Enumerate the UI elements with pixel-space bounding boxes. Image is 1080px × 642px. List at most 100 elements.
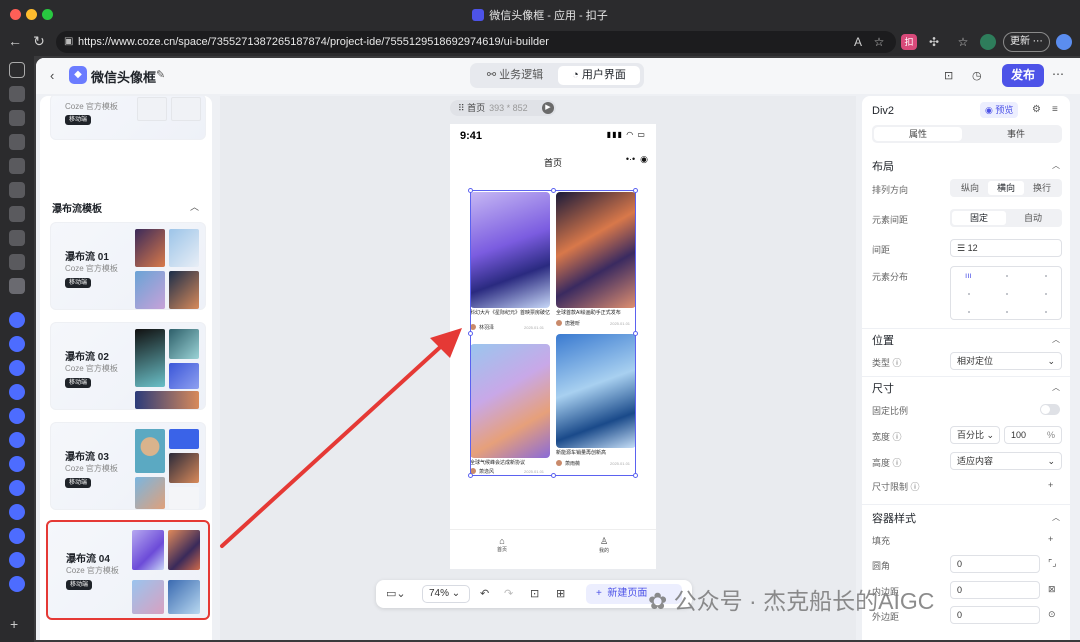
gap-input[interactable]: ☰ 12: [950, 239, 1062, 257]
tabbar-item-home[interactable]: ⌂ 首页: [482, 536, 522, 553]
grid-dot[interactable]: [1006, 275, 1008, 277]
settings-icon[interactable]: ⚙: [1032, 104, 1041, 115]
resize-handle[interactable]: [633, 473, 638, 478]
margin-sides-icon[interactable]: ⊙: [1048, 609, 1056, 620]
resize-handle[interactable]: [468, 331, 473, 336]
direction-horizontal[interactable]: 横向: [988, 181, 1024, 195]
phone-preview[interactable]: 9:41 ▮▮▮ ◠ ▭ 首页 •·• ◉ 科幻大片《星际纪元》首映票房破亿 林…: [450, 124, 656, 569]
spacing-auto[interactable]: 自动: [1006, 211, 1060, 225]
page-label-bar[interactable]: ⠿ 首页 393 * 852 ▶: [450, 100, 556, 116]
back-arrow-icon[interactable]: ←: [6, 33, 24, 49]
padding-input[interactable]: 0: [950, 581, 1040, 599]
chevron-up-icon[interactable]: ︿: [1052, 334, 1060, 345]
new-tab-plus-icon[interactable]: +: [10, 616, 18, 632]
favorites-icon[interactable]: ☆: [955, 34, 971, 50]
redo-icon[interactable]: ↷: [504, 587, 513, 600]
tab-icon[interactable]: [9, 254, 25, 270]
grid-dot[interactable]: [968, 311, 970, 313]
chevron-up-icon[interactable]: ︿: [1052, 382, 1060, 393]
padding-sides-icon[interactable]: ⊠: [1048, 584, 1056, 595]
reload-icon[interactable]: ↻: [30, 33, 48, 50]
coze-tab-icon[interactable]: [9, 312, 25, 328]
grid-icon[interactable]: ⊞: [556, 587, 565, 600]
tabbar-item-mine[interactable]: ♙ 我的: [584, 536, 624, 554]
grid-dot[interactable]: [1045, 293, 1047, 295]
template-card-01[interactable]: 瀑布流 01 Coze 官方模板 移动端: [50, 222, 206, 310]
coze-tab-icon[interactable]: [9, 432, 25, 448]
add-fill-icon[interactable]: +: [1048, 534, 1053, 544]
position-type-select[interactable]: 相对定位 ⌄: [950, 352, 1062, 370]
preview-button[interactable]: ◉ 预览: [980, 102, 1019, 118]
coze-tab-icon[interactable]: [9, 576, 25, 592]
coze-tab-icon[interactable]: [9, 456, 25, 472]
coze-tab-icon[interactable]: [9, 504, 25, 520]
template-card[interactable]: Coze 官方模板 移动端: [50, 96, 206, 140]
tab-icon[interactable]: [9, 86, 25, 102]
chevron-up-icon[interactable]: ︿: [1052, 160, 1060, 171]
tab-icon[interactable]: [9, 110, 25, 126]
template-card-03[interactable]: 瀑布流 03 Coze 官方模板 移动端: [50, 422, 206, 510]
tab-icon[interactable]: [9, 182, 25, 198]
favorite-star-icon[interactable]: ☆: [871, 34, 887, 50]
chevron-up-icon[interactable]: ︿: [1052, 512, 1060, 523]
resize-handle[interactable]: [633, 331, 638, 336]
distribution-grid[interactable]: ııı: [950, 266, 1062, 320]
selected-div2-outline[interactable]: [468, 188, 638, 478]
fit-screen-icon[interactable]: ⊡: [530, 587, 539, 600]
tab-icon[interactable]: [9, 230, 25, 246]
resize-handle[interactable]: [633, 188, 638, 193]
history-icon[interactable]: ◷: [972, 69, 982, 82]
coze-tab-icon[interactable]: [9, 336, 25, 352]
width-input[interactable]: 100%: [1004, 426, 1062, 444]
panel-menu-icon[interactable]: ≡: [1052, 104, 1058, 115]
grid-dot[interactable]: [1045, 311, 1047, 313]
tab-icon[interactable]: [9, 134, 25, 150]
copilot-icon[interactable]: [1056, 34, 1072, 50]
tab-user-interface[interactable]: ◔ 用户界面: [558, 66, 640, 85]
corners-icon[interactable]: ⌜⌟: [1048, 558, 1056, 569]
more-icon[interactable]: ⋯: [1052, 67, 1064, 81]
width-unit-select[interactable]: 百分比 ⌄: [950, 426, 1000, 444]
resource-icon[interactable]: ⊡: [944, 69, 953, 82]
resize-handle[interactable]: [551, 473, 556, 478]
coze-tab-icon[interactable]: [9, 552, 25, 568]
grid-dot[interactable]: [1006, 311, 1008, 313]
template-card-02[interactable]: 瀑布流 02 Coze 官方模板 移动端: [50, 322, 206, 410]
back-chevron-icon[interactable]: ‹: [50, 68, 54, 83]
tab-business-logic[interactable]: ⚯ 业务逻辑: [474, 66, 556, 85]
resize-handle[interactable]: [468, 473, 473, 478]
grid-dot[interactable]: [968, 293, 970, 295]
template-card-04[interactable]: 瀑布流 04 Coze 官方模板 移动端: [46, 520, 210, 620]
height-select[interactable]: 适应内容 ⌄: [950, 452, 1062, 470]
spacing-fixed[interactable]: 固定: [952, 211, 1006, 225]
tab-icon[interactable]: [9, 206, 25, 222]
extension-icon[interactable]: 扣: [901, 34, 917, 50]
coze-tab-icon[interactable]: [9, 480, 25, 496]
tab-properties[interactable]: 属性: [874, 127, 962, 141]
undo-icon[interactable]: ↶: [480, 587, 489, 600]
chevron-up-icon[interactable]: ︿: [190, 200, 199, 213]
read-aloud-icon[interactable]: A: [850, 34, 866, 50]
coze-tab-icon[interactable]: [9, 408, 25, 424]
zoom-select[interactable]: 74% ⌄: [422, 585, 470, 603]
puzzle-icon[interactable]: ✣: [926, 34, 942, 50]
coze-tab-icon[interactable]: [9, 384, 25, 400]
ratio-toggle[interactable]: [1040, 404, 1060, 415]
resize-handle[interactable]: [551, 188, 556, 193]
add-limit-icon[interactable]: +: [1048, 480, 1053, 490]
direction-vertical[interactable]: 纵向: [952, 181, 988, 195]
edit-icon[interactable]: ✎: [156, 68, 165, 81]
design-canvas[interactable]: ⠿ 首页 393 * 852 ▶ 9:41 ▮▮▮ ◠ ▭ 首页 •·• ◉ 科幻大…: [220, 96, 856, 640]
address-bar[interactable]: ▣ https://www.coze.cn/space/7355271387265…: [56, 31, 896, 53]
device-icon[interactable]: ▭⌄: [386, 587, 406, 600]
margin-input[interactable]: 0: [950, 606, 1040, 624]
grid-dot[interactable]: [1045, 275, 1047, 277]
tab-events[interactable]: 事件: [972, 127, 1060, 141]
radius-input[interactable]: 0: [950, 555, 1040, 573]
resize-handle[interactable]: [468, 188, 473, 193]
update-button[interactable]: 更新 ⋯: [1003, 32, 1050, 52]
profile-icon[interactable]: [980, 34, 996, 50]
publish-button[interactable]: 发布: [1002, 64, 1044, 87]
sidebar-toggle-icon[interactable]: [9, 62, 25, 78]
play-icon[interactable]: ▶: [542, 102, 554, 114]
